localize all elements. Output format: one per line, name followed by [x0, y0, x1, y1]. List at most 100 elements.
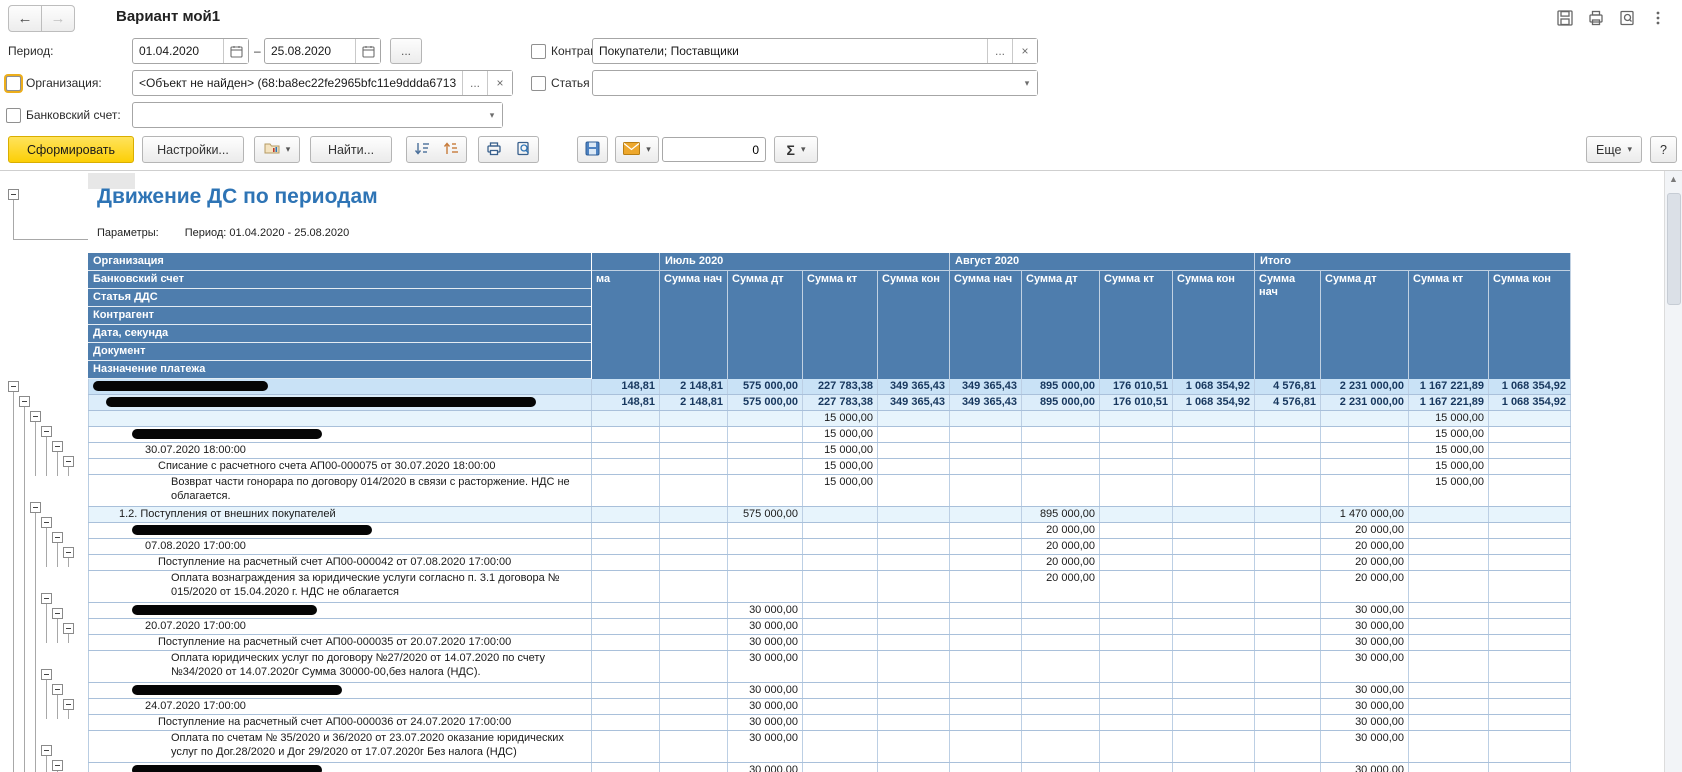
value-cell[interactable]: 148,81 [592, 395, 660, 410]
value-cell[interactable] [950, 459, 1022, 474]
value-cell[interactable]: 1 068 354,92 [1489, 379, 1571, 394]
value-cell[interactable] [592, 411, 660, 426]
value-cell[interactable] [1173, 555, 1255, 570]
send-mail-button[interactable]: ▾ [615, 136, 659, 163]
value-cell[interactable]: 30 000,00 [1321, 603, 1409, 618]
value-cell[interactable] [1489, 411, 1571, 426]
value-cell[interactable] [803, 635, 878, 650]
value-cell[interactable]: 1 470 000,00 [1321, 507, 1409, 522]
value-cell[interactable] [803, 523, 878, 538]
row-label-cell[interactable]: 24.07.2020 17:00:00 [88, 699, 592, 714]
value-cell[interactable] [1409, 507, 1489, 522]
value-cell[interactable]: 2 148,81 [660, 395, 728, 410]
value-cell[interactable] [1255, 603, 1321, 618]
value-cell[interactable] [1100, 523, 1173, 538]
value-cell[interactable] [950, 603, 1022, 618]
value-cell[interactable]: 20 000,00 [1321, 523, 1409, 538]
value-cell[interactable] [592, 555, 660, 570]
value-cell[interactable] [950, 731, 1022, 762]
row-header-cell[interactable]: Организация [88, 253, 591, 271]
value-cell[interactable] [1255, 731, 1321, 762]
value-cell[interactable] [1173, 411, 1255, 426]
value-cell[interactable] [1255, 699, 1321, 714]
value-cell[interactable] [660, 523, 728, 538]
value-cell[interactable]: 575 000,00 [728, 395, 803, 410]
expand-collapse-box[interactable] [63, 547, 74, 558]
row-label-cell[interactable] [88, 395, 592, 410]
row-label-cell[interactable]: Поступление на расчетный счет АП00-00003… [88, 715, 592, 730]
value-cell[interactable] [660, 571, 728, 602]
value-cell[interactable] [592, 427, 660, 442]
value-cell[interactable] [728, 411, 803, 426]
value-cell[interactable] [1173, 603, 1255, 618]
contragent-input[interactable] [593, 39, 987, 63]
expand-collapse-box[interactable] [8, 189, 19, 200]
value-cell[interactable]: 30 000,00 [1321, 651, 1409, 682]
value-cell[interactable] [1173, 619, 1255, 634]
value-cell[interactable] [1173, 683, 1255, 698]
value-cell[interactable]: 1 167 221,89 [1409, 395, 1489, 410]
value-cell[interactable]: 30 000,00 [1321, 635, 1409, 650]
value-cell[interactable] [1100, 411, 1173, 426]
value-cell[interactable] [1100, 459, 1173, 474]
value-cell[interactable] [660, 555, 728, 570]
row-header-cell[interactable]: Документ [88, 343, 591, 361]
value-cell[interactable] [728, 427, 803, 442]
value-cell[interactable] [1255, 507, 1321, 522]
value-cell[interactable] [1255, 555, 1321, 570]
expand-collapse-box[interactable] [52, 760, 63, 771]
value-cell[interactable] [1173, 459, 1255, 474]
sum-column-header-cell[interactable]: Сумма нач [660, 271, 728, 379]
report-variants-button[interactable]: ▾ [254, 136, 300, 163]
value-cell[interactable] [1022, 619, 1100, 634]
value-cell[interactable] [592, 619, 660, 634]
value-cell[interactable] [660, 603, 728, 618]
period-group-header-cell[interactable]: Итого [1255, 253, 1571, 271]
value-cell[interactable]: 15 000,00 [1409, 427, 1489, 442]
value-cell[interactable] [950, 427, 1022, 442]
value-cell[interactable] [1100, 603, 1173, 618]
value-cell[interactable] [1409, 731, 1489, 762]
value-cell[interactable]: 1 068 354,92 [1173, 379, 1255, 394]
value-cell[interactable] [1173, 427, 1255, 442]
expand-collapse-box[interactable] [30, 411, 41, 422]
value-cell[interactable]: 148,81 [592, 379, 660, 394]
value-cell[interactable] [1489, 427, 1571, 442]
value-cell[interactable] [1321, 443, 1409, 458]
sum-column-header-cell[interactable]: ма [592, 271, 660, 379]
value-cell[interactable] [1489, 555, 1571, 570]
value-cell[interactable] [1100, 507, 1173, 522]
row-header-cell[interactable]: Банковский счет [88, 271, 591, 289]
value-cell[interactable] [803, 619, 878, 634]
period-from-input[interactable] [133, 39, 223, 63]
clear-icon[interactable]: × [1012, 39, 1037, 63]
value-cell[interactable] [1255, 427, 1321, 442]
value-cell[interactable] [660, 731, 728, 762]
value-cell[interactable]: 15 000,00 [803, 475, 878, 506]
value-cell[interactable] [1489, 731, 1571, 762]
row-label-cell[interactable]: Поступление на расчетный счет АП00-00003… [88, 635, 592, 650]
value-cell[interactable]: 15 000,00 [1409, 411, 1489, 426]
value-cell[interactable] [1489, 715, 1571, 730]
value-cell[interactable]: 30 000,00 [728, 715, 803, 730]
value-cell[interactable] [1022, 651, 1100, 682]
value-cell[interactable] [1173, 523, 1255, 538]
value-cell[interactable] [1022, 459, 1100, 474]
value-cell[interactable] [1489, 443, 1571, 458]
value-cell[interactable]: 1 068 354,92 [1173, 395, 1255, 410]
value-cell[interactable] [660, 651, 728, 682]
value-cell[interactable] [660, 427, 728, 442]
value-cell[interactable] [950, 635, 1022, 650]
value-cell[interactable] [878, 683, 950, 698]
value-cell[interactable] [950, 539, 1022, 554]
value-cell[interactable] [878, 411, 950, 426]
value-cell[interactable]: 4 576,81 [1255, 379, 1321, 394]
value-cell[interactable]: 30 000,00 [728, 731, 803, 762]
value-cell[interactable] [1255, 443, 1321, 458]
value-cell[interactable]: 30 000,00 [1321, 731, 1409, 762]
period-more-button[interactable]: ... [390, 38, 422, 64]
row-label-cell[interactable] [88, 603, 592, 618]
value-cell[interactable]: 895 000,00 [1022, 395, 1100, 410]
value-cell[interactable] [1100, 699, 1173, 714]
value-cell[interactable]: 575 000,00 [728, 379, 803, 394]
